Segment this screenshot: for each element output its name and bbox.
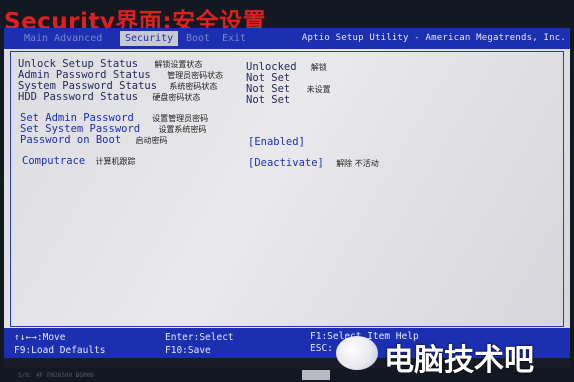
utility-title: Aptio Setup Utility - American Megatrend… [301,33,566,43]
computrace-item[interactable]: Computrace 计算机跟踪 [22,155,136,168]
menu-item-note: 设置系统密码 [158,125,207,134]
help-move: ↑↓←→:Move [14,332,66,343]
status-note: 系统密码状态 [169,82,218,91]
password-on-boot-value[interactable]: [Enabled] [248,136,305,148]
menu-item-note: 启动密码 [135,136,168,145]
status-note: 解锁设置状态 [154,60,203,69]
laptop-logo [302,370,330,380]
computrace-value[interactable]: [Deactivate] 解除 不活动 [248,157,379,170]
help-save: F10:Save [165,345,211,356]
help-esc: ESC: [310,343,333,354]
help-select: Enter:Select [165,332,234,343]
status-note: 管理员密码状态 [167,71,224,80]
tab-security[interactable]: Security [120,31,179,46]
tab-main-advanced[interactable]: Main Advanced [24,33,102,44]
watermark-logo-icon [336,336,378,370]
watermark-text: 电脑技术吧 [384,343,534,378]
menu-item-note: 设置管理员密码 [152,114,209,123]
status-note: 硬盘密码状态 [152,93,201,102]
menu-item-label[interactable]: Password on Boot [20,134,121,146]
bios-screen: Main Advanced Security Boot Exit Aptio S… [4,28,570,368]
status-row-hdd-password: HDD Password Status 硬盘密码状态 [18,91,200,104]
menu-item-note: 计算机跟踪 [95,157,136,166]
help-load-defaults: F9:Load Defaults [14,345,106,356]
tab-boot[interactable]: Boot [186,33,210,44]
status-label: HDD Password Status [18,91,139,103]
status-value-hdd-password: Not Set [246,94,291,106]
model-label: S/N: 4F FM26500 BGM06 [18,372,94,379]
menu-item-label[interactable]: Computrace [22,155,85,167]
password-on-boot-item[interactable]: Password on Boot 启动密码 [20,134,167,147]
bios-menubar: Main Advanced Security Boot Exit Aptio S… [4,28,570,49]
tab-exit[interactable]: Exit [222,33,246,44]
